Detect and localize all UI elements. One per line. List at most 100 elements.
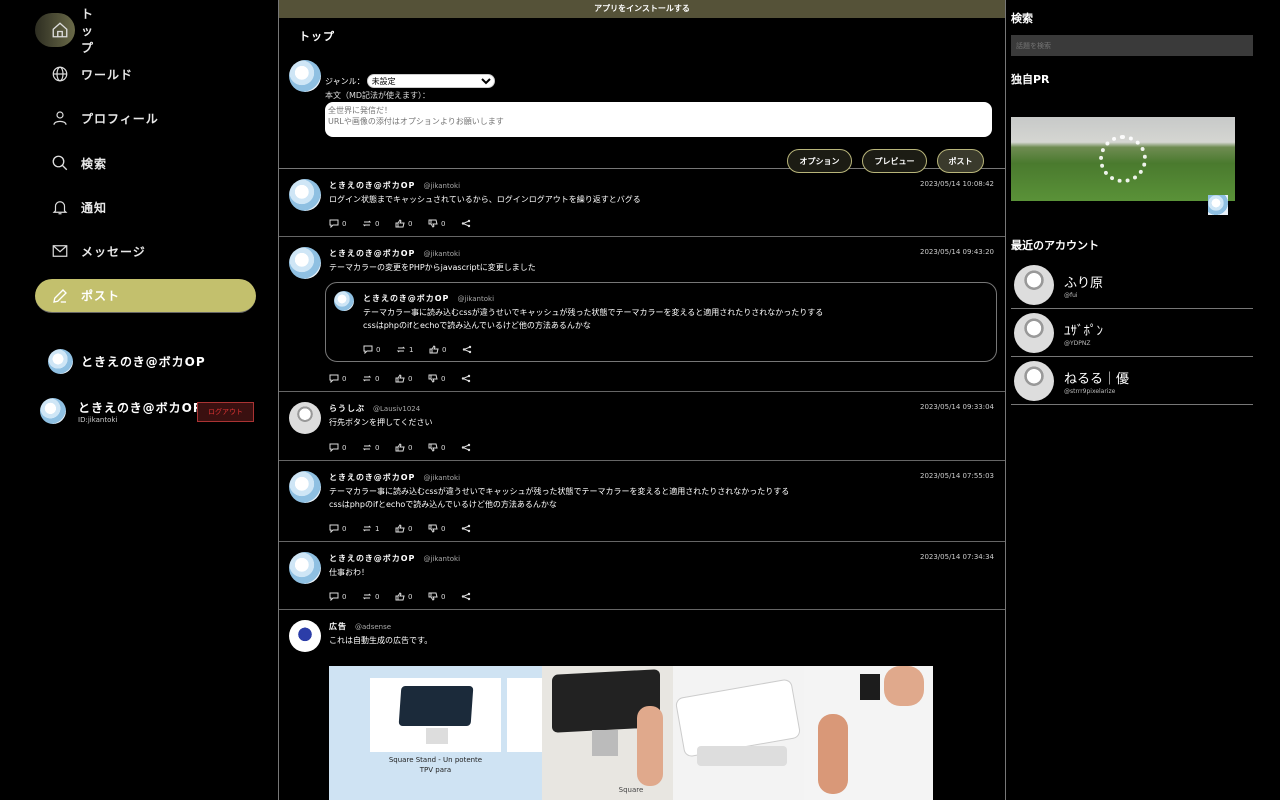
ad-author-name: 広告 <box>329 622 347 631</box>
share-button[interactable] <box>461 524 494 533</box>
repost-icon <box>362 525 372 532</box>
home-icon <box>47 17 73 43</box>
mail-icon <box>47 238 73 264</box>
post-author-handle: @jikantoki <box>423 474 461 482</box>
like-button[interactable]: 0 <box>395 524 428 533</box>
quoted-author-handle: @jikantoki <box>457 295 495 303</box>
logout-button[interactable]: ログアウト <box>197 402 254 422</box>
nav-world[interactable]: ワールド <box>35 57 256 91</box>
dislike-button[interactable]: 0 <box>428 219 461 228</box>
quoted-text-line: テーマカラー事に読み込むcssが違うせいでキャッシュが残った状態でテーマカラーを… <box>363 308 824 317</box>
reply-button[interactable]: 0 <box>363 345 396 354</box>
post-item[interactable]: ときえのき@ボカOP @jikantoki 2023/05/14 07:55:0… <box>279 461 1005 542</box>
search-icon <box>47 150 73 176</box>
nav-label: ポスト <box>81 289 121 303</box>
install-app-banner[interactable]: アプリをインストールする <box>279 0 1005 18</box>
dislike-button[interactable]: 0 <box>428 524 461 533</box>
recent-account-item[interactable]: ねるる｜優 @strrr9pixelarize <box>1011 358 1253 405</box>
post-author-name[interactable]: ときえのき@ボカOP <box>329 248 415 259</box>
quoted-post[interactable]: ときえのき@ボカOP @jikantoki テーマカラー事に読み込むcssが違う… <box>325 282 997 362</box>
thumbs-up-icon <box>395 219 405 228</box>
repost-count: 1 <box>375 524 380 533</box>
like-button[interactable]: 0 <box>395 374 428 383</box>
post-item[interactable]: ときえのき@ボカOP @jikantoki 2023/05/14 10:08:4… <box>279 169 1005 237</box>
reply-icon <box>329 219 339 228</box>
post-item[interactable]: ときえのき@ボカOP @jikantoki 2023/05/14 07:34:3… <box>279 542 1005 610</box>
repost-button[interactable]: 1 <box>396 345 429 354</box>
dislike-button[interactable]: 0 <box>428 374 461 383</box>
loading-ring-icon <box>1099 135 1147 183</box>
dislike-count: 0 <box>441 219 446 228</box>
reply-icon <box>329 374 339 383</box>
nav-search[interactable]: 検索 <box>35 146 256 180</box>
sidebar-account-name: ときえのき@ボカOP <box>81 355 206 369</box>
recent-account-name: ふり原 <box>1064 275 1104 291</box>
genre-select[interactable]: 未設定 <box>366 74 495 88</box>
share-button[interactable] <box>462 345 495 354</box>
like-button[interactable]: 0 <box>429 345 462 354</box>
like-button[interactable]: 0 <box>395 219 428 228</box>
dislike-button[interactable]: 0 <box>428 443 461 452</box>
avatar <box>289 60 321 92</box>
reply-button[interactable]: 0 <box>329 219 362 228</box>
repost-count: 0 <box>375 374 380 383</box>
share-button[interactable] <box>461 592 494 601</box>
nav-notifications[interactable]: 通知 <box>35 190 256 224</box>
pr-image[interactable] <box>1011 117 1235 201</box>
avatar[interactable] <box>289 179 321 211</box>
like-count: 0 <box>408 219 413 228</box>
post-item[interactable]: らうしぶ @Lausiv1024 2023/05/14 09:33:04 行先ボ… <box>279 392 1005 461</box>
repost-button[interactable]: 1 <box>362 524 395 533</box>
repost-icon <box>362 444 372 451</box>
dislike-button[interactable]: 0 <box>428 592 461 601</box>
repost-button[interactable]: 0 <box>362 592 395 601</box>
avatar[interactable] <box>289 552 321 584</box>
post-author-name[interactable]: ときえのき@ボカOP <box>329 180 415 191</box>
nav-label: ワールド <box>81 67 134 82</box>
share-button[interactable] <box>461 443 494 452</box>
sidebar-account[interactable]: ときえのき@ボカOP <box>48 349 206 374</box>
post-body-input[interactable] <box>325 102 992 137</box>
post-author-name[interactable]: らうしぶ <box>329 403 365 414</box>
like-button[interactable]: 0 <box>395 443 428 452</box>
reply-button[interactable]: 0 <box>329 524 362 533</box>
dislike-count: 0 <box>441 524 446 533</box>
recent-account-item[interactable]: ふり原 @fui <box>1011 262 1253 309</box>
topic-search-input[interactable] <box>1011 35 1253 56</box>
current-account[interactable]: ときえのき@ボカOP ID:jikantoki <box>40 398 203 424</box>
avatar[interactable] <box>289 247 321 279</box>
like-button[interactable]: 0 <box>395 592 428 601</box>
tablet-shape <box>398 686 474 726</box>
ad-post[interactable]: 広告 @adsense これは自動生成の広告です。 Square Stand -… <box>279 610 1005 800</box>
share-button[interactable] <box>461 219 494 228</box>
reply-icon <box>363 345 373 354</box>
share-icon <box>461 374 471 383</box>
recent-account-item[interactable]: ﾕｻﾞﾎﾟﾝ @YDPNZ <box>1011 310 1253 357</box>
reply-button[interactable]: 0 <box>329 374 362 383</box>
ad-caption: Square Stand - Un potente <box>388 756 483 764</box>
pr-thumbnail[interactable] <box>1208 195 1228 215</box>
reply-button[interactable]: 0 <box>329 592 362 601</box>
post-actions: 0 1 0 0 <box>329 524 494 533</box>
share-button[interactable] <box>461 374 494 383</box>
ad-banner-image[interactable]: Square Stand - Un potente TPV para Squar… <box>329 666 933 800</box>
ad-caption: TPV para <box>419 766 452 774</box>
right-sidebar: 検索 独自PR 最近のアカウント ふり原 @fui ﾕｻﾞﾎﾟﾝ @YDPNZ … <box>1006 0 1280 800</box>
post-text-line: cssはphpのifとechoで読み込んでいるけど他の方法あるんかな <box>329 500 557 509</box>
thumbs-up-icon <box>395 443 405 452</box>
left-sidebar: トップ ワールド プロフィール 検索 通知 メッセージ ポスト ときえのき@ボカ… <box>0 0 278 800</box>
repost-button[interactable]: 0 <box>362 443 395 452</box>
nav-post-button[interactable]: ポスト <box>35 279 256 313</box>
post-author-name[interactable]: ときえのき@ボカOP <box>329 472 415 483</box>
nav-top[interactable]: トップ <box>35 7 93 55</box>
reply-button[interactable]: 0 <box>329 443 362 452</box>
like-count: 0 <box>442 345 447 354</box>
nav-messages[interactable]: メッセージ <box>35 234 256 268</box>
nav-profile[interactable]: プロフィール <box>35 101 256 135</box>
post-item[interactable]: ときえのき@ボカOP @jikantoki 2023/05/14 09:43:2… <box>279 237 1005 392</box>
repost-button[interactable]: 0 <box>362 219 395 228</box>
repost-button[interactable]: 0 <box>362 374 395 383</box>
post-author-name[interactable]: ときえのき@ボカOP <box>329 553 415 564</box>
avatar[interactable] <box>289 402 321 434</box>
avatar[interactable] <box>289 471 321 503</box>
